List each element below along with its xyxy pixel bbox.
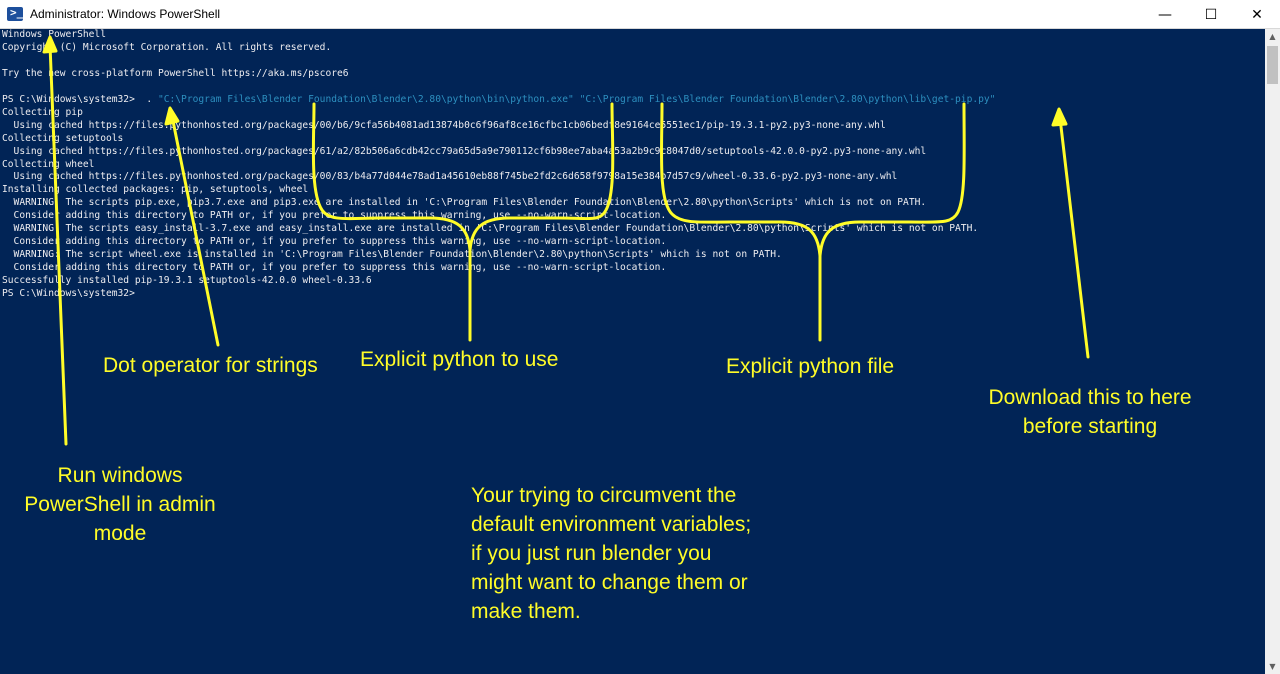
console-post-command: Collecting pip Using cached https://file… (2, 106, 979, 300)
title-bar[interactable]: >_ Administrator: Windows PowerShell — ☐… (0, 0, 1280, 29)
maximize-button[interactable]: ☐ (1188, 0, 1234, 29)
annotation-environment-variables: Your trying to circumvent the default en… (471, 484, 752, 623)
annotation-dot-operator: Dot operator for strings (103, 354, 318, 377)
close-button[interactable]: ✕ (1234, 0, 1280, 29)
minimize-button[interactable]: — (1142, 0, 1188, 29)
powershell-icon[interactable]: >_ (7, 6, 23, 21)
scroll-down-arrow-icon[interactable]: ▼ (1265, 659, 1280, 674)
console-output: Windows PowerShell Copyright (C) Microso… (2, 29, 995, 301)
vertical-scrollbar[interactable]: ▲ ▼ (1265, 29, 1280, 674)
maximize-icon: ☐ (1204, 6, 1218, 23)
scroll-up-arrow-icon[interactable]: ▲ (1265, 29, 1280, 44)
window-title: Administrator: Windows PowerShell (30, 7, 221, 21)
scroll-thumb[interactable] (1267, 46, 1278, 84)
close-icon: ✕ (1251, 6, 1263, 23)
console-command-string: "C:\Program Files\Blender Foundation\Ble… (157, 93, 996, 105)
minimize-icon: — (1158, 6, 1172, 23)
annotation-explicit-python: Explicit python to use (360, 348, 559, 371)
annotation-admin-mode: Run windows PowerShell in admin mode (24, 464, 216, 545)
annotation-download: Download this to here before starting (988, 386, 1192, 438)
annotation-explicit-file: Explicit python file (726, 355, 895, 378)
